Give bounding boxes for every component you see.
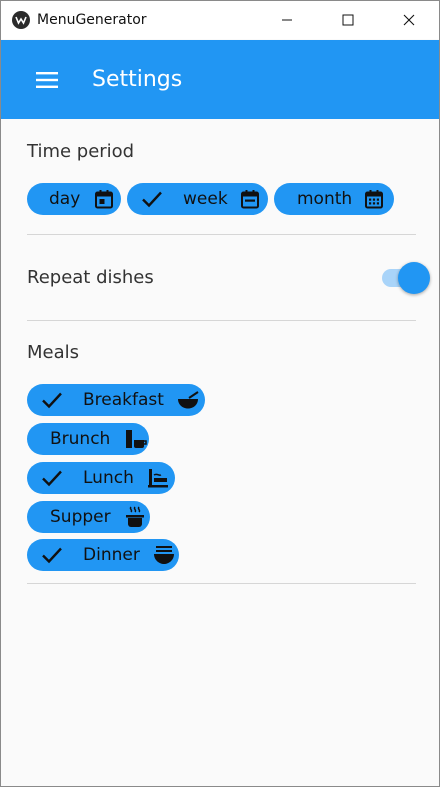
window-title: MenuGenerator (37, 12, 147, 28)
chip-brunch[interactable]: Brunch (27, 423, 149, 455)
chip-label: day (49, 189, 81, 209)
app-bar: Settings (1, 40, 439, 119)
chip-label: Brunch (50, 429, 111, 449)
chip-label: Supper (50, 507, 111, 527)
calendar-today-icon (94, 189, 114, 209)
hot-pot-icon (123, 506, 147, 528)
hamburger-menu-icon[interactable] (34, 67, 60, 93)
chip-breakfast[interactable]: Breakfast (27, 384, 205, 416)
divider (27, 234, 416, 235)
maximize-button[interactable] (317, 1, 378, 39)
window-controls (256, 1, 439, 39)
bowl-icon (176, 390, 200, 410)
window-titlebar[interactable]: MenuGenerator (1, 1, 439, 39)
page-title: Settings (92, 67, 183, 92)
chip-supper[interactable]: Supper (27, 501, 150, 533)
maximize-icon (342, 14, 353, 26)
calendar-week-icon (240, 189, 260, 209)
time-period-heading: Time period (27, 141, 135, 162)
close-icon (403, 14, 414, 26)
app-window: MenuGenerator Settings Time period day w… (0, 0, 440, 787)
divider (27, 583, 416, 584)
check-icon (141, 190, 163, 208)
chip-label: Lunch (83, 468, 134, 488)
minimize-button[interactable] (256, 1, 317, 39)
chip-label: Breakfast (83, 390, 164, 410)
chip-dinner[interactable]: Dinner (27, 539, 179, 571)
noodle-bowl-icon (152, 544, 176, 566)
glass-mug-icon (124, 428, 148, 450)
meals-heading: Meals (27, 342, 80, 363)
calendar-month-icon (364, 189, 384, 209)
chip-month[interactable]: month (274, 183, 394, 215)
check-icon (41, 391, 63, 409)
chip-day[interactable]: day (27, 183, 121, 215)
chip-label: Dinner (83, 545, 140, 565)
repeat-dishes-toggle[interactable] (398, 262, 430, 294)
divider (27, 320, 416, 321)
minimize-icon (281, 19, 292, 21)
check-icon (41, 469, 63, 487)
close-button[interactable] (378, 1, 439, 39)
chip-week[interactable]: week (127, 183, 268, 215)
lunch-tray-icon (146, 467, 170, 489)
check-icon (41, 546, 63, 564)
repeat-dishes-label: Repeat dishes (27, 267, 154, 288)
chip-label: month (297, 189, 353, 209)
chip-lunch[interactable]: Lunch (27, 462, 175, 494)
chip-label: week (183, 189, 228, 209)
app-logo-icon (12, 11, 30, 29)
